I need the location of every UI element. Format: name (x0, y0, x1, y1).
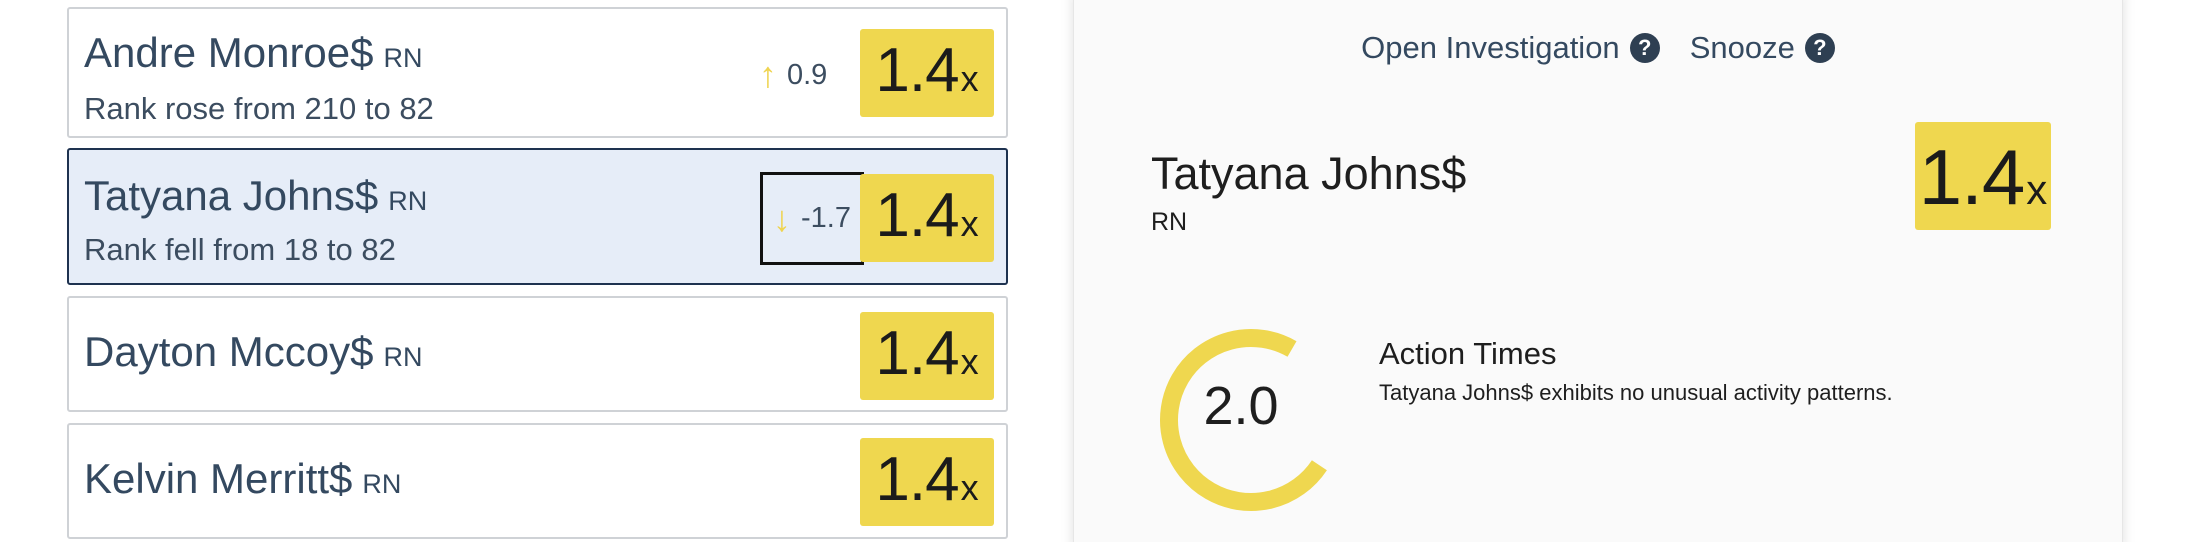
arrow-up-icon: ↑ (759, 54, 777, 95)
list-item-card[interactable]: Kelvin Merritt$ RN 1.4 x (67, 423, 1008, 539)
rank-delta-value: 0.9 (787, 58, 828, 91)
rank-delta: ↑ 0.9 (759, 55, 827, 95)
metric-description: Tatyana Johns$ exhibits no unusual activ… (1379, 380, 1893, 405)
question-circle-icon[interactable]: ? (1804, 33, 1835, 63)
question-circle-icon[interactable]: ? (1629, 33, 1660, 63)
list-item-name: Kelvin Merritt$ RN (84, 455, 402, 502)
multiplier-badge: 1.4 x (860, 312, 994, 400)
list-item-role: RN (383, 342, 423, 372)
rank-delta-value: -1.7 (801, 202, 851, 234)
open-investigation-button[interactable]: Open Investigation ? (1361, 30, 1660, 66)
snooze-button[interactable]: Snooze ? (1690, 30, 1835, 66)
multiplier-badge: 1.4 x (860, 29, 994, 117)
arrow-down-icon: ↓ (773, 197, 791, 239)
provider-list: Andre Monroe$ RN Rank rose from 210 to 82… (0, 0, 1060, 542)
detail-actions: Open Investigation ? Snooze ? (1074, 30, 2122, 66)
multiplier-badge: 1.4 x (860, 174, 994, 262)
detail-panel: Open Investigation ? Snooze ? Tatyana Jo… (1073, 0, 2123, 542)
gauge-value: 2.0 (1203, 376, 1279, 436)
list-item-name: Andre Monroe$ RN (84, 29, 423, 76)
list-item-name: Dayton Mccoy$ RN (84, 328, 423, 375)
list-item-name: Tatyana Johns$ RN (84, 172, 428, 219)
rank-delta[interactable]: ↓ -1.7 (760, 172, 864, 265)
list-item-card-selected[interactable]: Tatyana Johns$ RN Rank fell from 18 to 82… (67, 148, 1008, 285)
list-item-card[interactable]: Andre Monroe$ RN Rank rose from 210 to 82… (67, 7, 1008, 138)
list-item-card[interactable]: Dayton Mccoy$ RN 1.4 x (67, 296, 1008, 412)
metric-title: Action Times (1379, 336, 1557, 371)
detail-multiplier-badge: 1.4 x (1915, 122, 2051, 230)
list-item-subtitle: Rank fell from 18 to 82 (84, 232, 396, 267)
list-item-role: RN (388, 186, 428, 216)
list-item-subtitle: Rank rose from 210 to 82 (84, 91, 434, 126)
list-item-role: RN (362, 469, 402, 499)
detail-name: Tatyana Johns$ (1151, 148, 1467, 199)
multiplier-badge: 1.4 x (860, 438, 994, 526)
list-item-role: RN (383, 43, 423, 73)
detail-role: RN (1151, 208, 1188, 236)
